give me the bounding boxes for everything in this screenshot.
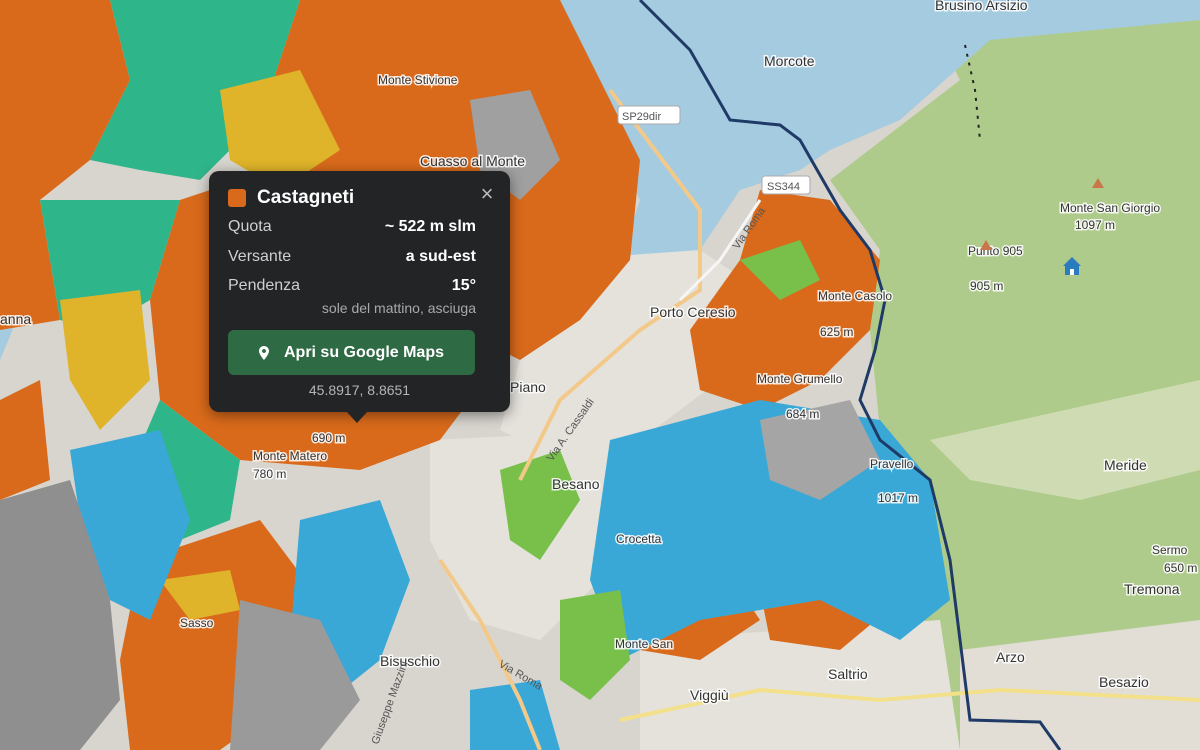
place-label-sermo-elev: 650 m (1164, 561, 1197, 575)
close-icon[interactable]: × (477, 183, 497, 205)
popup-pointer (346, 411, 368, 423)
altitude-value: ~ 522 m slm (384, 218, 476, 235)
place-label-anna: anna (0, 311, 31, 327)
open-google-maps-label: Apri su Google Maps (283, 343, 444, 361)
map-canvas[interactable]: Brusino Arsizio Morcote Cuasso al Monte … (0, 0, 1200, 750)
place-label-tremona: Tremona (1124, 581, 1180, 597)
place-label-monte-690: 690 m (312, 431, 345, 445)
place-label-monte-grumello: Monte Grumello (757, 372, 843, 386)
place-label-monte-san-giorgio-elev: 1097 m (1075, 218, 1115, 232)
place-label-cuasso: Cuasso al Monte (420, 153, 525, 169)
place-label-crocetta: Crocetta (616, 532, 662, 546)
place-label-morcote: Morcote (764, 53, 815, 69)
place-label-saltrio: Saltrio (828, 666, 868, 682)
place-label-sermo: Sermo (1152, 543, 1188, 557)
place-label-elev-1017: 1017 m (878, 491, 918, 505)
forest-type-swatch (228, 189, 246, 207)
place-label-viggiu: Viggiù (690, 687, 729, 703)
place-label-monte-san-giorgio: Monte San Giorgio (1060, 201, 1160, 215)
place-label-monte-san: Monte San (615, 637, 673, 651)
place-label-monte-casolo-elev: 625 m (820, 325, 853, 339)
popup-header: Castagneti (228, 187, 354, 209)
road-label-ss344: SS344 (767, 181, 800, 193)
place-label-sasso: Sasso (180, 616, 214, 630)
place-label-piano: Piano (510, 379, 546, 395)
place-label-monte-casolo: Monte Casolo (818, 289, 892, 303)
place-label-bisuschio: Bisuschio (380, 653, 440, 669)
open-google-maps-button[interactable]: Apri su Google Maps (228, 330, 475, 375)
popup-row-slope: Pendenza 15° (228, 277, 476, 295)
place-label-punto-905: Punto 905 (968, 244, 1023, 258)
map-pin-icon (258, 345, 269, 360)
place-label-monte-grumello-elev: 684 m (786, 407, 819, 421)
road-label-sp29: SP29dir (622, 111, 661, 123)
aspect-value: a sud-est (405, 248, 476, 265)
place-label-matero-elev: 780 m (253, 467, 286, 481)
place-label-brusino: Brusino Arsizio (935, 0, 1028, 13)
place-label-punto-905-elev: 905 m (970, 279, 1003, 293)
popup-row-aspect: Versante a sud-est (228, 248, 476, 266)
slope-label: Pendenza (228, 277, 301, 294)
aspect-label: Versante (228, 248, 292, 265)
altitude-label: Quota (228, 218, 272, 235)
place-label-monte-stivione: Monte Stivione (378, 73, 458, 87)
place-label-arzo: Arzo (996, 649, 1025, 665)
place-label-porto-ceresio: Porto Ceresio (650, 304, 736, 320)
place-label-monte-matero: Monte Matero (253, 449, 327, 463)
popup-note: sole del mattino, asciuga (321, 300, 476, 316)
place-label-besazio: Besazio (1099, 674, 1149, 690)
place-label-meride: Meride (1104, 457, 1147, 473)
popup-coordinates: 45.8917, 8.8651 (308, 382, 411, 398)
place-label-besano: Besano (552, 476, 600, 492)
popup-row-altitude: Quota ~ 522 m slm (228, 218, 476, 236)
popup-title: Castagneti (257, 187, 355, 208)
place-label-pravello: Pravello (870, 457, 914, 471)
info-popup: Castagneti × Quota ~ 522 m slm Versante … (209, 171, 510, 412)
slope-value: 15° (451, 277, 476, 294)
